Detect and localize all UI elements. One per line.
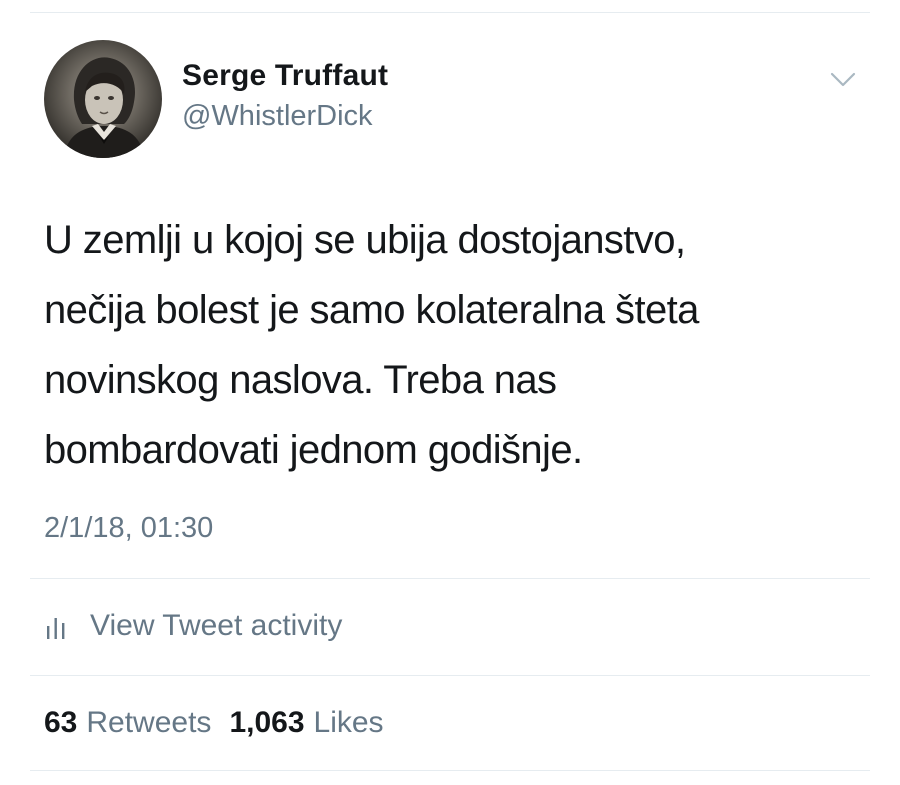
likes-count: 1,063: [229, 706, 305, 739]
likes-label: Likes: [313, 706, 384, 739]
activity-label: View Tweet activity: [90, 609, 343, 642]
avatar[interactable]: [44, 40, 162, 158]
divider: [30, 675, 870, 676]
retweets-stat[interactable]: 63 Retweets: [44, 704, 211, 742]
bar-chart-icon: [44, 615, 68, 641]
tweet-text-line: bombardovati jednom godišnje.: [44, 428, 583, 472]
tweet-text-line: novinskog naslova. Treba nas: [44, 358, 557, 402]
divider: [30, 770, 870, 771]
tweet-text-line: nečija bolest je samo kolateralna šteta: [44, 288, 699, 332]
chevron-down-icon[interactable]: [826, 62, 860, 96]
divider: [30, 578, 870, 579]
retweets-count: 63: [44, 706, 78, 739]
tweet-stats: 63 Retweets 1,063 Likes: [44, 704, 384, 742]
top-divider: [30, 12, 870, 13]
tweet-text-line: U zemlji u kojoj se ubija dostojanstvo,: [44, 218, 686, 262]
display-name[interactable]: Serge Truffaut: [182, 58, 388, 94]
likes-stat[interactable]: 1,063 Likes: [229, 704, 383, 742]
user-handle[interactable]: @WhistlerDick: [182, 98, 388, 134]
tweet-text: U zemlji u kojoj se ubija dostojanstvo, …: [44, 205, 844, 485]
view-tweet-activity-link[interactable]: View Tweet activity: [44, 606, 342, 646]
user-info: Serge Truffaut @WhistlerDick: [182, 58, 388, 134]
tweet-timestamp[interactable]: 2/1/18, 01:30: [44, 510, 213, 546]
tweet-header: Serge Truffaut @WhistlerDick: [44, 40, 860, 160]
avatar-portrait-icon: [64, 57, 144, 158]
retweets-label: Retweets: [86, 706, 212, 739]
